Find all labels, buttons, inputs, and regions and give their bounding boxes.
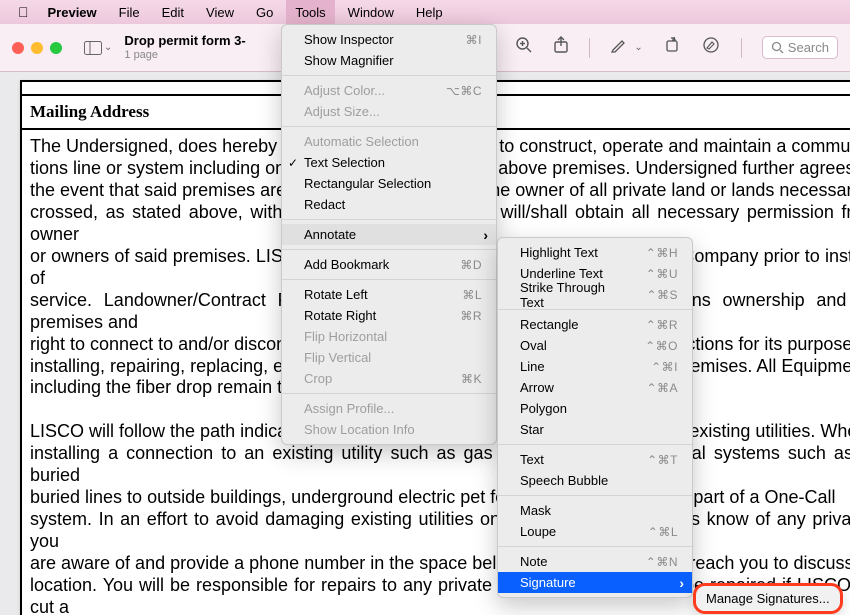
mi-rectangle[interactable]: Rectangle⌃⌘R [498,314,692,335]
menu-edit[interactable]: Edit [153,0,193,24]
mi-crop: Crop⌘K [282,368,496,389]
highlight-icon[interactable] [610,36,628,59]
mi-line[interactable]: Line⌃⌘I [498,356,692,377]
apple-menu[interactable]:  [12,4,35,20]
zoom-in-icon[interactable] [515,36,533,59]
sidebar-icon [84,41,102,55]
annotate-submenu: Highlight Text⌃⌘H Underline Text⌃⌘U Stri… [497,237,693,598]
document-info: Drop permit form 3- 1 page [124,33,245,62]
mi-arrow[interactable]: Arrow⌃⌘A [498,377,692,398]
minimize-window[interactable] [31,42,43,54]
mi-text[interactable]: Text⌃⌘T [498,449,692,470]
search-field[interactable]: Search [762,36,838,59]
mi-note[interactable]: Note⌃⌘N [498,551,692,572]
search-placeholder: Search [788,40,829,55]
sidebar-toggle[interactable]: ⌄ [80,41,116,55]
mi-show-location: Show Location Info [282,419,496,440]
mi-redact[interactable]: Redact [282,194,496,215]
mi-mask[interactable]: Mask [498,500,692,521]
mi-flip-vertical: Flip Vertical [282,347,496,368]
mi-annotate[interactable]: Annotate [282,224,496,245]
mi-show-inspector[interactable]: Show Inspector⌘I [282,29,496,50]
signature-flyout: Manage Signatures... [693,583,843,614]
mi-add-bookmark[interactable]: Add Bookmark⌘D [282,254,496,275]
mi-rectangular-selection[interactable]: Rectangular Selection [282,173,496,194]
menu-go[interactable]: Go [247,0,282,24]
zoom-window[interactable] [50,42,62,54]
mi-rotate-right[interactable]: Rotate Right⌘R [282,305,496,326]
share-icon[interactable] [553,36,569,59]
mi-star[interactable]: Star [498,419,692,440]
tools-menu: Show Inspector⌘I Show Magnifier Adjust C… [281,24,497,445]
mi-flip-horizontal: Flip Horizontal [282,326,496,347]
menu-window[interactable]: Window [339,0,403,24]
mi-assign-profile: Assign Profile... [282,398,496,419]
mi-speech-bubble[interactable]: Speech Bubble [498,470,692,491]
mi-strike-text[interactable]: Strike Through Text⌃⌘S [498,284,692,305]
search-icon [771,41,784,54]
toolbar-icons: ⌄ Search [477,36,838,59]
menubar:  Preview File Edit View Go Tools Window… [0,0,850,24]
menu-file[interactable]: File [110,0,149,24]
mi-loupe[interactable]: Loupe⌃⌘L [498,521,692,542]
mi-show-magnifier[interactable]: Show Magnifier [282,50,496,71]
menu-tools[interactable]: Tools [286,0,334,24]
mi-highlight-text[interactable]: Highlight Text⌃⌘H [498,242,692,263]
mi-rotate-left[interactable]: Rotate Left⌘L [282,284,496,305]
mi-signature[interactable]: Signature [498,572,692,593]
markup-icon[interactable] [701,36,721,59]
window-controls [12,42,62,54]
mi-oval[interactable]: Oval⌃⌘O [498,335,692,356]
rotate-icon[interactable] [663,36,681,59]
mi-text-selection[interactable]: Text Selection [282,152,496,173]
menu-view[interactable]: View [197,0,243,24]
document-title: Drop permit form 3- [124,33,245,49]
mi-automatic-selection: Automatic Selection [282,131,496,152]
mi-adjust-size: Adjust Size... [282,101,496,122]
close-window[interactable] [12,42,24,54]
app-menu[interactable]: Preview [39,0,106,24]
menu-help[interactable]: Help [407,0,452,24]
mi-polygon[interactable]: Polygon [498,398,692,419]
document-pages: 1 page [124,49,245,62]
mi-manage-signatures[interactable]: Manage Signatures... [706,591,830,606]
mi-adjust-color: Adjust Color...⌥⌘C [282,80,496,101]
